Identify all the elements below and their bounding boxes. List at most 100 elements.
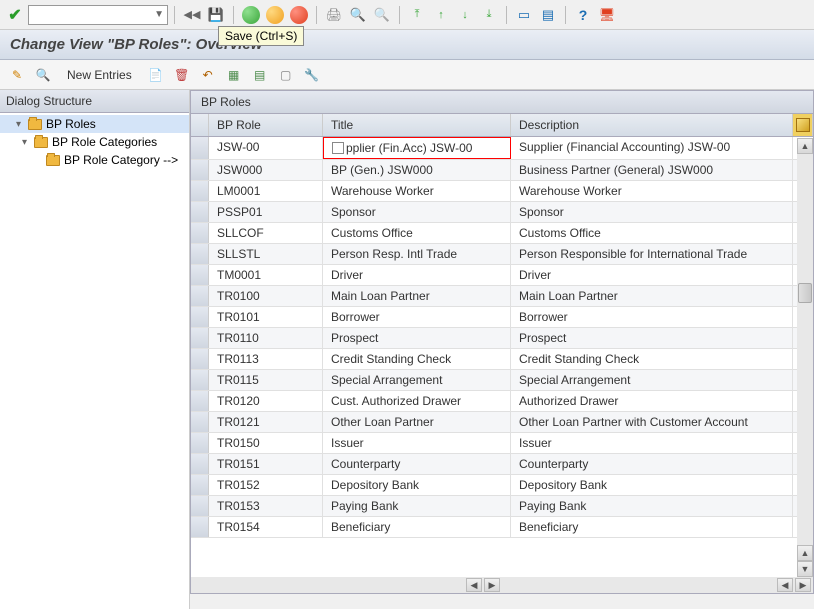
table-row[interactable]: SLLCOFCustoms OfficeCustoms Office xyxy=(191,223,813,244)
delete-button[interactable]: 🗑 xyxy=(171,64,193,86)
expander-icon[interactable]: ▾ xyxy=(22,137,32,148)
tree-node-bp-role-category[interactable]: BP Role Category --> xyxy=(0,151,189,169)
cell-role[interactable]: TM0001 xyxy=(209,265,323,285)
table-row[interactable]: JSW000BP (Gen.) JSW000Business Partner (… xyxy=(191,160,813,181)
copy-button[interactable]: 📄 xyxy=(145,64,167,86)
cell-desc[interactable]: Counterparty xyxy=(511,454,793,474)
vertical-scrollbar[interactable]: ▲ ▲ ▼ xyxy=(797,138,813,577)
row-selector[interactable] xyxy=(191,349,209,369)
row-selector[interactable] xyxy=(191,137,209,159)
cell-role[interactable]: SLLCOF xyxy=(209,223,323,243)
row-selector[interactable] xyxy=(191,244,209,264)
row-selector[interactable] xyxy=(191,475,209,495)
cell-role[interactable]: TR0120 xyxy=(209,391,323,411)
table-row[interactable]: TR0151CounterpartyCounterparty xyxy=(191,454,813,475)
row-selector[interactable] xyxy=(191,454,209,474)
cell-desc[interactable]: Issuer xyxy=(511,433,793,453)
cell-desc[interactable]: Driver xyxy=(511,265,793,285)
cell-title[interactable]: Sponsor xyxy=(323,202,511,222)
select-all-button[interactable]: ▦ xyxy=(223,64,245,86)
print-button[interactable]: 🖨 xyxy=(323,4,345,26)
cell-title[interactable]: Beneficiary xyxy=(323,517,511,537)
select-block-button[interactable]: ▤ xyxy=(249,64,271,86)
scroll-down-button[interactable]: ▼ xyxy=(797,561,813,577)
cell-role[interactable]: TR0152 xyxy=(209,475,323,495)
cell-desc[interactable]: Other Loan Partner with Customer Account xyxy=(511,412,793,432)
find-button[interactable]: 🔍 xyxy=(347,4,369,26)
f4-help-icon[interactable] xyxy=(332,142,344,154)
row-selector[interactable] xyxy=(191,412,209,432)
grid-header-config[interactable] xyxy=(793,114,813,136)
table-row[interactable]: TR0113Credit Standing CheckCredit Standi… xyxy=(191,349,813,370)
undo-button[interactable]: ↶ xyxy=(197,64,219,86)
command-field[interactable]: ▼ xyxy=(28,5,168,25)
cell-desc[interactable]: Beneficiary xyxy=(511,517,793,537)
cell-desc[interactable]: Paying Bank xyxy=(511,496,793,516)
table-row[interactable]: TR0153Paying BankPaying Bank xyxy=(191,496,813,517)
row-selector[interactable] xyxy=(191,328,209,348)
cell-role[interactable]: TR0121 xyxy=(209,412,323,432)
scroll-down-small-button[interactable]: ▲ xyxy=(797,545,813,561)
expander-icon[interactable]: ▾ xyxy=(16,119,26,130)
table-row[interactable]: TR0121Other Loan PartnerOther Loan Partn… xyxy=(191,412,813,433)
row-selector[interactable] xyxy=(191,202,209,222)
cell-desc[interactable]: Person Responsible for International Tra… xyxy=(511,244,793,264)
layout-button[interactable]: ▤ xyxy=(537,4,559,26)
cancel-button[interactable] xyxy=(288,4,310,26)
cell-role[interactable]: TR0151 xyxy=(209,454,323,474)
expand-button[interactable]: 🔍 xyxy=(32,64,54,86)
table-row[interactable]: PSSP01SponsorSponsor xyxy=(191,202,813,223)
row-selector[interactable] xyxy=(191,181,209,201)
find-next-button[interactable]: 🔍 xyxy=(371,4,393,26)
cell-desc[interactable]: Customs Office xyxy=(511,223,793,243)
cell-title[interactable]: Person Resp. Intl Trade xyxy=(323,244,511,264)
prev-page-button[interactable]: ↑ xyxy=(430,4,452,26)
tree-node-bp-role-categories[interactable]: ▾ BP Role Categories xyxy=(0,133,189,151)
table-row[interactable]: TM0001DriverDriver xyxy=(191,265,813,286)
cell-desc[interactable]: Business Partner (General) JSW000 xyxy=(511,160,793,180)
cell-desc[interactable]: Depository Bank xyxy=(511,475,793,495)
cell-role[interactable]: LM0001 xyxy=(209,181,323,201)
row-selector[interactable] xyxy=(191,286,209,306)
cell-desc[interactable]: Warehouse Worker xyxy=(511,181,793,201)
row-selector[interactable] xyxy=(191,517,209,537)
table-row[interactable]: TR0100Main Loan PartnerMain Loan Partner xyxy=(191,286,813,307)
new-session-button[interactable]: ▭ xyxy=(513,4,535,26)
scroll-left-button[interactable]: ◀ xyxy=(466,578,482,592)
cell-title[interactable]: Other Loan Partner xyxy=(323,412,511,432)
cell-title[interactable]: Warehouse Worker xyxy=(323,181,511,201)
cell-title[interactable]: Depository Bank xyxy=(323,475,511,495)
tree-node-bp-roles[interactable]: ▾ BP Roles xyxy=(0,115,189,133)
scroll-thumb[interactable] xyxy=(798,283,812,303)
cell-desc[interactable]: Authorized Drawer xyxy=(511,391,793,411)
table-row[interactable]: TR0115Special ArrangementSpecial Arrange… xyxy=(191,370,813,391)
back-button[interactable] xyxy=(240,4,262,26)
cell-role[interactable]: TR0100 xyxy=(209,286,323,306)
row-selector[interactable] xyxy=(191,433,209,453)
scroll-up-button[interactable]: ▲ xyxy=(797,138,813,154)
cell-title[interactable]: Driver xyxy=(323,265,511,285)
grid-header-role[interactable]: BP Role xyxy=(209,114,323,136)
cell-role[interactable]: TR0101 xyxy=(209,307,323,327)
last-page-button[interactable]: ⤓ xyxy=(478,4,500,26)
cell-role[interactable]: JSW-00 xyxy=(209,137,323,159)
cell-title[interactable]: Counterparty xyxy=(323,454,511,474)
cell-title[interactable]: Customs Office xyxy=(323,223,511,243)
cell-role[interactable]: PSSP01 xyxy=(209,202,323,222)
cell-role[interactable]: TR0113 xyxy=(209,349,323,369)
cell-title[interactable]: Prospect xyxy=(323,328,511,348)
row-selector[interactable] xyxy=(191,223,209,243)
table-row[interactable]: TR0154BeneficiaryBeneficiary xyxy=(191,517,813,538)
row-selector[interactable] xyxy=(191,307,209,327)
cell-title[interactable]: Issuer xyxy=(323,433,511,453)
cell-desc[interactable]: Borrower xyxy=(511,307,793,327)
enter-icon[interactable]: ✔ xyxy=(4,4,26,26)
cell-role[interactable]: TR0150 xyxy=(209,433,323,453)
cell-title[interactable]: BP (Gen.) JSW000 xyxy=(323,160,511,180)
toggle-display-button[interactable]: ✎ xyxy=(6,64,28,86)
cell-desc[interactable]: Main Loan Partner xyxy=(511,286,793,306)
scroll-first-button[interactable]: ◀ xyxy=(777,578,793,592)
table-row[interactable]: LM0001Warehouse WorkerWarehouse Worker xyxy=(191,181,813,202)
cell-desc[interactable]: Special Arrangement xyxy=(511,370,793,390)
table-row[interactable]: TR0120Cust. Authorized DrawerAuthorized … xyxy=(191,391,813,412)
